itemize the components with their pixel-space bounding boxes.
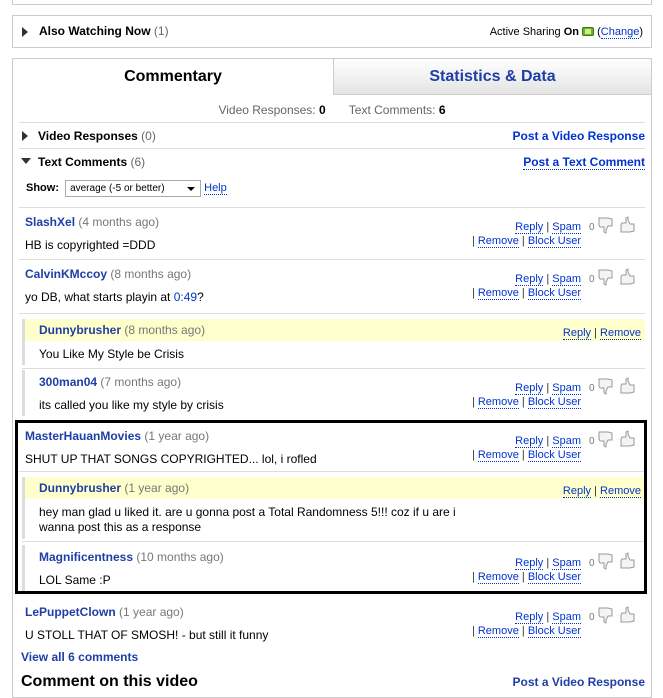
spam-link[interactable]: Spam (552, 382, 581, 395)
vote-score: 0 (589, 222, 595, 233)
comment-actions: Reply | Spam | Remove | Block User (471, 382, 581, 409)
block-user-link[interactable]: Block User (527, 235, 581, 248)
vote-score: 0 (589, 383, 595, 394)
reply-link[interactable]: Reply (562, 327, 592, 340)
comment-filter: Show: average (-5 or better) Help (26, 180, 227, 197)
comment-body: its called you like my style by crisis (39, 398, 224, 412)
text-comments-toggle[interactable]: Text Comments (6) (38, 155, 145, 169)
thumbs-up-icon[interactable] (619, 605, 637, 625)
divider (19, 148, 645, 149)
reply-link[interactable]: Reply (515, 273, 544, 286)
post-video-response-link[interactable]: Post a Video Response (513, 129, 646, 143)
thumbs-down-icon[interactable] (597, 376, 615, 396)
view-all-comments-link[interactable]: View all 6 comments (21, 650, 138, 664)
reply-item: Dunnybrusher (8 months ago) You Like My … (22, 319, 645, 365)
expand-arrow-icon[interactable] (22, 27, 28, 37)
also-watching-panel: Also Watching Now (1) Active Sharing On … (12, 15, 652, 48)
divider (19, 207, 645, 208)
comment-filter-select[interactable]: average (-5 or better) (65, 180, 202, 197)
divider (19, 313, 645, 314)
comment-actions: Reply | Spam | Remove | Block User (471, 221, 581, 248)
change-sharing-link[interactable]: Change (600, 26, 640, 39)
thumbs-up-icon[interactable] (619, 267, 637, 287)
top-panel-edge (12, 0, 652, 5)
comment-item: SlashXel (4 months ago) HB is copyrighte… (19, 209, 645, 259)
also-watching-title[interactable]: Also Watching Now (1) (39, 24, 169, 38)
spam-link[interactable]: Spam (552, 221, 581, 234)
divider (19, 122, 645, 123)
comment-body: HB is copyrighted =DDD (25, 238, 156, 252)
vote-controls: 0 (583, 267, 639, 287)
video-responses-toggle[interactable]: Video Responses (0) (38, 129, 156, 143)
reply-link[interactable]: Reply (515, 221, 544, 234)
thumbs-down-icon[interactable] (597, 605, 615, 625)
thumbs-down-icon[interactable] (597, 267, 615, 287)
thumbs-up-icon[interactable] (619, 376, 637, 396)
post-video-response-link-bottom[interactable]: Post a Video Response (513, 675, 646, 689)
reply-link[interactable]: Reply (515, 611, 544, 624)
thumbs-down-icon[interactable] (597, 215, 615, 235)
comment-actions: Reply | Remove (562, 327, 641, 340)
reply-link[interactable]: Reply (515, 382, 544, 395)
collapse-arrow-icon[interactable] (21, 158, 31, 164)
remove-link[interactable]: Remove (477, 287, 519, 300)
comment-on-video-heading: Comment on this video (21, 673, 198, 690)
text-comments-section: Text Comments (6) Post a Text Comment (19, 151, 645, 173)
comment-item: CalvinKMccoy (8 months ago) yo DB, what … (19, 261, 645, 311)
expand-arrow-icon[interactable] (22, 131, 28, 141)
comment-author[interactable]: Dunnybrusher (39, 323, 121, 337)
divider (19, 259, 645, 260)
vote-score: 0 (589, 274, 595, 285)
vote-score: 0 (589, 612, 595, 623)
remove-link[interactable]: Remove (477, 235, 519, 248)
thumbs-up-icon[interactable] (619, 215, 637, 235)
divider (22, 368, 645, 369)
comment-actions: Reply | Spam | Remove | Block User (471, 273, 581, 300)
active-sharing: Active Sharing On (Change) (489, 26, 643, 39)
help-link[interactable]: Help (204, 182, 227, 196)
comment-item: LePuppetClown (1 year ago) U STOLL THAT … (19, 599, 645, 649)
block-user-link[interactable]: Block User (527, 396, 581, 409)
remove-link[interactable]: Remove (600, 327, 641, 340)
tv-icon (582, 27, 595, 36)
vote-controls: 0 (583, 376, 639, 396)
tab-statistics[interactable]: Statistics & Data (333, 59, 651, 95)
reply-item: 300man04 (7 months ago) its called you l… (22, 370, 645, 416)
comment-actions: Reply | Spam | Remove | Block User (471, 611, 581, 638)
remove-link[interactable]: Remove (477, 396, 519, 409)
comments-panel: Commentary Statistics & Data Video Respo… (12, 58, 652, 698)
comment-author[interactable]: SlashXel (25, 215, 75, 229)
tab-commentary[interactable]: Commentary (13, 59, 333, 95)
timestamp-link[interactable]: 0:49 (174, 290, 197, 304)
video-responses-section: Video Responses (0) Post a Video Respons… (19, 125, 645, 147)
comment-author[interactable]: 300man04 (39, 375, 97, 389)
spam-link[interactable]: Spam (552, 611, 581, 624)
chevron-down-icon (187, 187, 196, 191)
block-user-link[interactable]: Block User (527, 287, 581, 300)
vote-controls: 0 (583, 215, 639, 235)
comment-body: U STOLL THAT OF SMOSH! - but still it fu… (25, 628, 269, 642)
response-counts: Video Responses: 0 Text Comments: 6 (218, 103, 446, 117)
spam-link[interactable]: Spam (552, 273, 581, 286)
highlight-box (15, 420, 647, 594)
post-text-comment-link[interactable]: Post a Text Comment (523, 155, 645, 170)
vote-controls: 0 (583, 605, 639, 625)
comment-author[interactable]: CalvinKMccoy (25, 267, 107, 281)
comment-author[interactable]: LePuppetClown (25, 605, 116, 619)
block-user-link[interactable]: Block User (527, 625, 581, 638)
comment-body: You Like My Style be Crisis (39, 347, 184, 361)
remove-link[interactable]: Remove (477, 625, 519, 638)
comment-body: yo DB, what starts playin at 0:49? (25, 290, 204, 304)
